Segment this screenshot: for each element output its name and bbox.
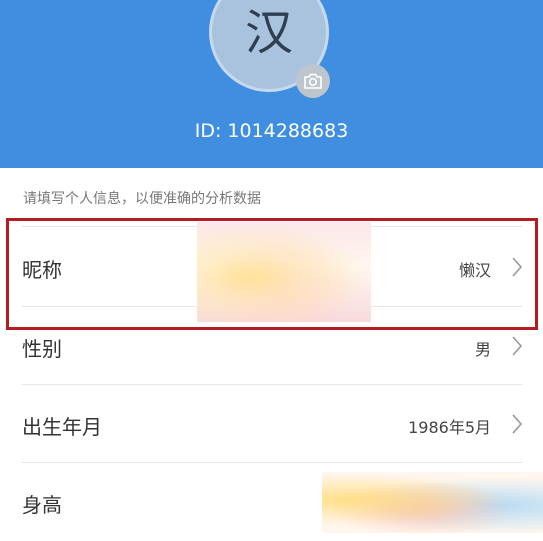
camera-icon[interactable] — [296, 64, 330, 98]
birth-date-label: 出生年月 — [22, 415, 102, 439]
user-id: ID: 1014288683 — [194, 120, 349, 142]
gender-label: 性别 — [22, 337, 62, 361]
avatar-initial: 汉 — [244, 5, 293, 61]
blurred-overlay — [322, 472, 543, 533]
birth-date-row[interactable]: 出生年月 1986年5月 — [0, 385, 543, 463]
profile-header: 汉 ID: 1014288683 — [0, 0, 543, 168]
chevron-right-icon — [512, 414, 523, 434]
info-hint: 请填写个人信息，以便准确的分析数据 — [23, 191, 261, 207]
chevron-right-icon — [512, 336, 523, 356]
gender-value: 男 — [474, 340, 491, 359]
highlight-box — [6, 218, 538, 330]
height-label: 身高 — [22, 493, 62, 517]
birth-date-value: 1986年5月 — [408, 418, 491, 437]
